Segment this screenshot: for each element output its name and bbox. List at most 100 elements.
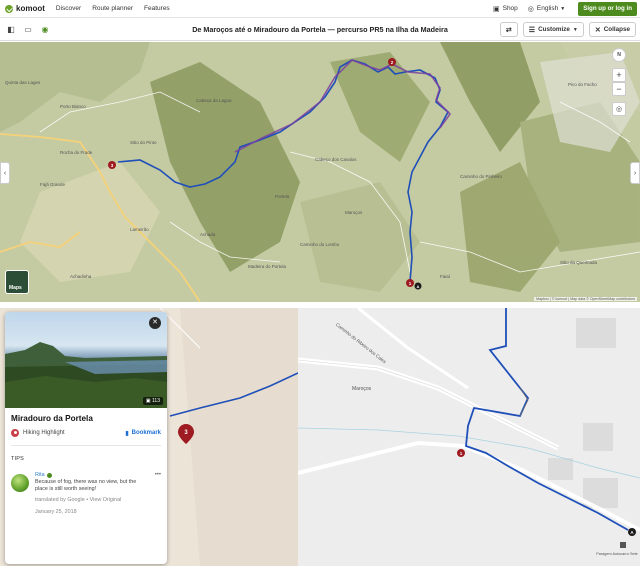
- collapse-icon: ✕: [594, 26, 601, 34]
- close-icon: ✕: [152, 319, 158, 326]
- tip-date: January 25, 2018: [35, 508, 77, 515]
- map-label: Cabeça da Lagoa: [196, 98, 232, 103]
- place-label: Maroços: [352, 386, 372, 392]
- nav-discover[interactable]: Discover: [56, 5, 81, 12]
- map-prev-arrow[interactable]: ‹: [0, 162, 10, 184]
- locate-icon: ◎: [615, 106, 623, 113]
- close-card-button[interactable]: ✕: [149, 317, 161, 329]
- map-label: Lameirão: [130, 227, 149, 232]
- top-navigation: komoot Discover Route planner Features ▣…: [0, 0, 640, 18]
- tip-text: Because of fog, there was no view, but t…: [35, 479, 137, 493]
- tip-translation-meta: translated by Google • View Original: [35, 497, 149, 504]
- map-label: Caminho do Pinheiro: [460, 174, 503, 179]
- plus-icon: +: [616, 70, 622, 80]
- map-label: Fajã Grande: [40, 182, 66, 187]
- bus-stop-icon: [620, 542, 626, 548]
- map-label: Quinta das Lages: [5, 80, 41, 85]
- shopping-bag-icon: ▣: [492, 5, 500, 13]
- detail-map-right-svg: 1 A: [298, 308, 640, 566]
- view-original-link[interactable]: View Original: [90, 497, 122, 503]
- more-options-icon[interactable]: •••: [155, 472, 161, 478]
- customize-label: Customize: [538, 26, 570, 33]
- highlight-category: Hiking Highlight: [23, 430, 65, 436]
- chevron-down-icon: ▼: [560, 5, 566, 12]
- map-layers-label: Maps: [9, 285, 22, 291]
- start-pin[interactable]: A: [628, 528, 636, 536]
- map-attribution: Mapbox | © komoot | Map data © OpenStree…: [534, 297, 637, 301]
- compass-button[interactable]: N: [612, 48, 626, 62]
- tour-title: De Maroços até o Miradouro da Portela — …: [192, 25, 448, 34]
- locate-button[interactable]: ◎: [612, 102, 626, 116]
- svg-text:A: A: [417, 284, 420, 289]
- overview-map[interactable]: 3 2 1 A Quinta das Lages Porto Bianco Ca…: [0, 42, 640, 302]
- nav-right: ▣ Shop ◎ English ▼ Sign up or log in: [493, 1, 640, 16]
- map-view-icon[interactable]: ◉: [39, 24, 51, 36]
- map-label: Achada: [200, 232, 216, 237]
- globe-icon: ◎: [527, 5, 534, 13]
- waypoint-2-marker[interactable]: 2: [388, 58, 396, 66]
- translated-by-label: translated by Google: [35, 496, 85, 503]
- waypoint-1-pin[interactable]: 1: [457, 449, 465, 457]
- nav-features[interactable]: Features: [144, 5, 170, 12]
- logo-text: komoot: [16, 4, 45, 13]
- komoot-logo[interactable]: komoot: [5, 4, 45, 13]
- photo-count: 113: [152, 398, 160, 404]
- highlight-title: Miradouro da Portela: [11, 414, 93, 423]
- bookmark-icon: ▮: [125, 430, 129, 437]
- map-label: Caminho do Lombo: [300, 242, 340, 247]
- start-marker[interactable]: A: [414, 282, 422, 290]
- zoom-in-button[interactable]: +: [612, 68, 626, 82]
- sliders-icon: ☰: [528, 26, 536, 34]
- compass-north-label: N: [617, 52, 621, 58]
- map-label: Cabeço dos Cavalos: [315, 157, 357, 162]
- pro-badge-icon: [46, 473, 52, 479]
- bookmark-label: Bookmark: [131, 430, 161, 436]
- map-label: Achadinha: [70, 274, 92, 279]
- photo-count-badge[interactable]: ▣ 113: [142, 397, 163, 405]
- split-view-icon[interactable]: ▭: [22, 24, 34, 36]
- map-label: Sitio da Queimada: [560, 260, 598, 265]
- chevron-right-icon: ›: [633, 169, 637, 177]
- map-label: Rocha do Frade: [60, 150, 93, 155]
- toolbar-actions: ⇄ ☰ Customize ▼ ✕ Collapse: [495, 22, 636, 37]
- waypoint-1-marker[interactable]: 1: [406, 279, 414, 287]
- customize-button[interactable]: ☰ Customize ▼: [522, 22, 584, 37]
- map-label: Sitio do Pinto: [130, 140, 157, 145]
- highlight-photo[interactable]: ✕ ▣ 113: [5, 312, 167, 408]
- highlight-meta-row: Hiking Highlight ▮ Bookmark: [11, 429, 161, 437]
- komoot-logo-icon: [5, 4, 13, 13]
- minus-icon: −: [616, 84, 622, 94]
- nav-route-planner[interactable]: Route planner: [92, 5, 133, 12]
- zoom-out-button[interactable]: −: [612, 82, 626, 96]
- map-layers-button[interactable]: Maps: [5, 270, 29, 294]
- map-label: Faial: [440, 274, 450, 279]
- map-label: Madeira do Portela: [248, 264, 287, 269]
- bookmark-button[interactable]: ▮ Bookmark: [125, 430, 161, 437]
- map-label: Pico do Facho: [568, 82, 597, 87]
- detail-map-right[interactable]: 1 A Caminho do Ribeiro dos Cales Maroços…: [298, 308, 640, 566]
- tip-item: Rita Because of fog, there was no view, …: [11, 472, 161, 516]
- bus-stop-label: Paragem Autocarro Sete: [596, 552, 638, 556]
- shop-link[interactable]: ▣ Shop: [493, 5, 518, 13]
- collapse-button[interactable]: ✕ Collapse: [588, 22, 636, 37]
- camera-icon: ▣: [145, 398, 151, 404]
- terrain-svg: 3 2 1 A: [0, 42, 640, 302]
- tour-toolbar: ◧ ▭ ◉ De Maroços até o Miradouro da Port…: [0, 19, 640, 41]
- tip-author[interactable]: Rita: [35, 472, 149, 479]
- highlight-card: ✕ ▣ 113 Miradouro da Portela Hiking High…: [5, 312, 167, 564]
- waypoint-3-marker[interactable]: 3: [108, 161, 116, 169]
- map-next-arrow[interactable]: ›: [630, 162, 640, 184]
- view-toggle-group: ◧ ▭ ◉: [5, 24, 56, 36]
- avatar[interactable]: [11, 474, 29, 492]
- signup-button[interactable]: Sign up or log in: [578, 1, 637, 16]
- hiking-highlight-icon: [11, 429, 19, 437]
- shop-label: Shop: [502, 5, 518, 12]
- card-divider: [11, 445, 161, 446]
- language-selector[interactable]: ◎ English ▼: [528, 5, 568, 13]
- map-label: Maroços: [345, 210, 363, 215]
- chevron-left-icon: ‹: [3, 169, 7, 177]
- language-label: English: [536, 5, 559, 12]
- sync-button[interactable]: ⇄: [499, 22, 518, 37]
- chevron-down-icon: ▼: [572, 26, 578, 33]
- sidebar-view-icon[interactable]: ◧: [5, 24, 17, 36]
